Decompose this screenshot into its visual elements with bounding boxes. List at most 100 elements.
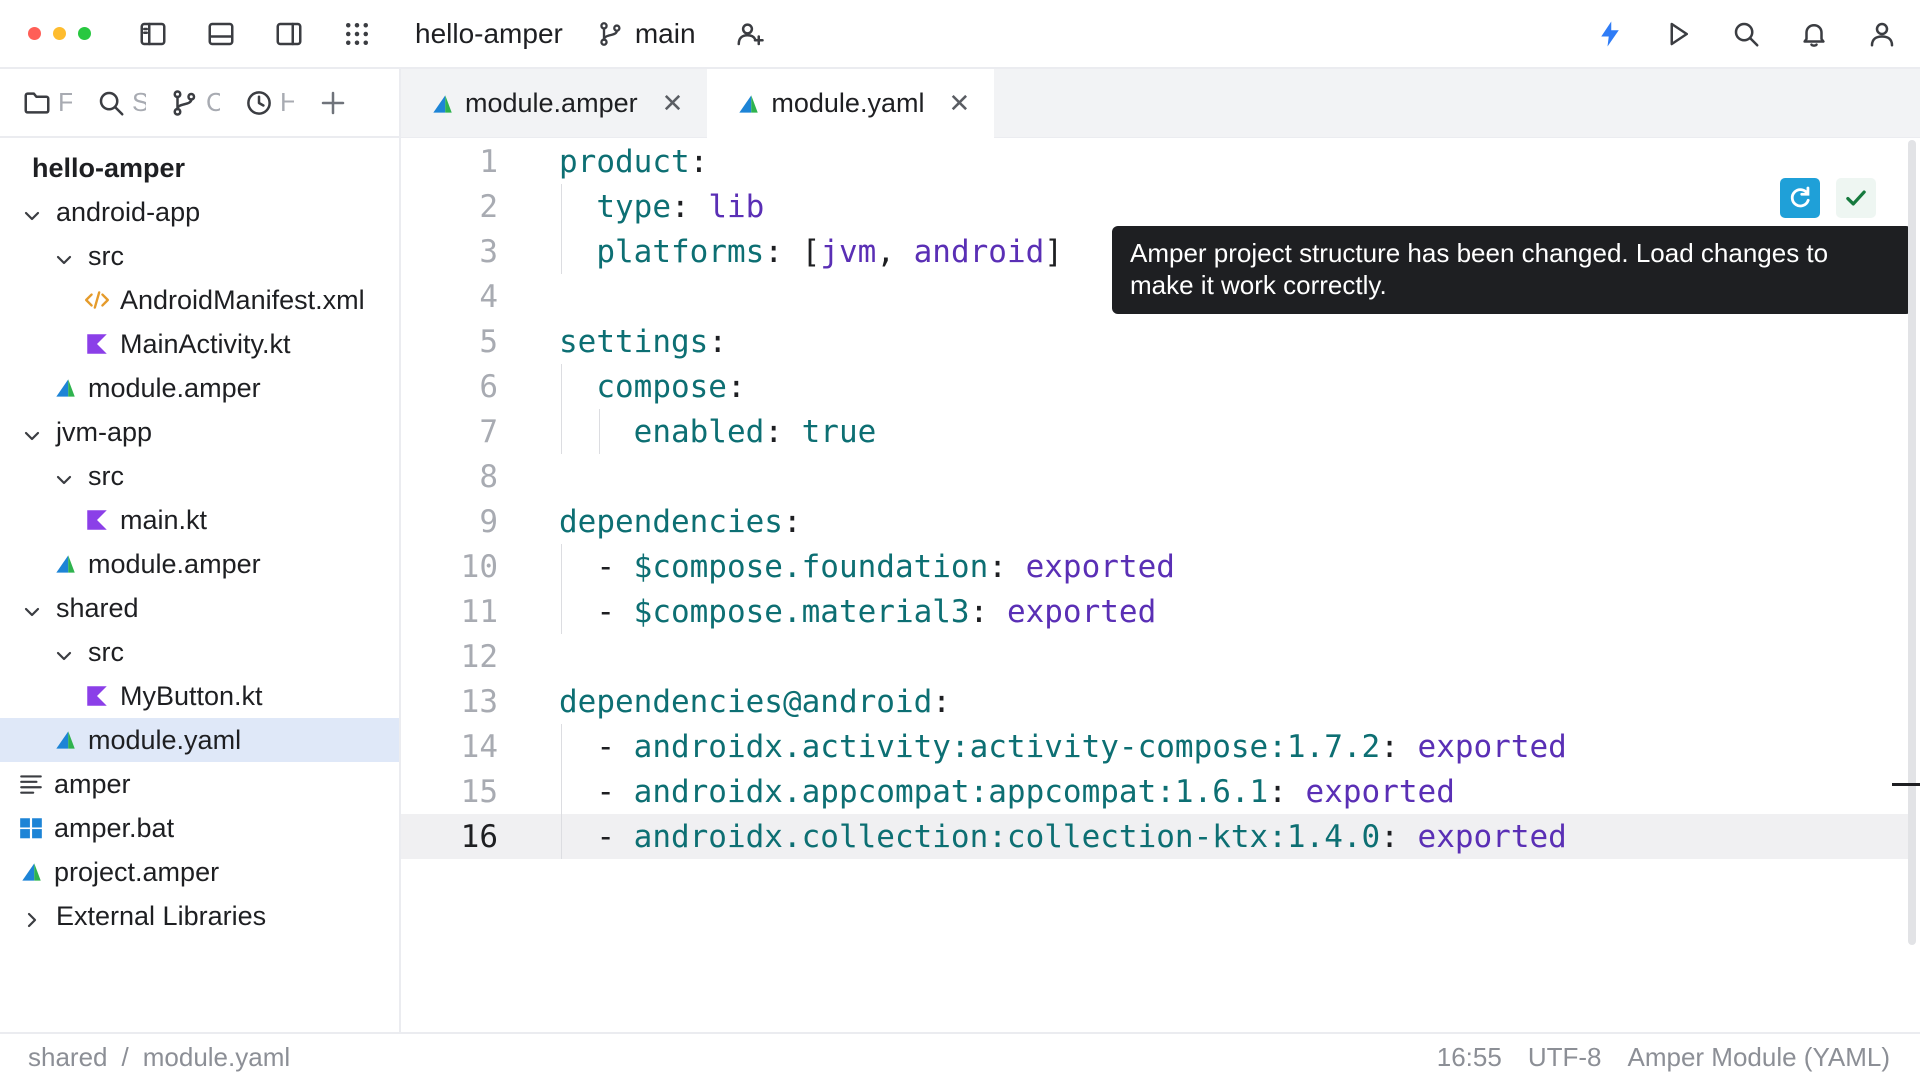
close-icon[interactable]: ✕ bbox=[948, 88, 970, 119]
file-encoding[interactable]: UTF-8 bbox=[1528, 1042, 1602, 1073]
tree-item[interactable]: amper bbox=[0, 762, 399, 806]
indent-guide bbox=[561, 184, 562, 274]
tab-module-yaml[interactable]: module.yaml ✕ bbox=[707, 69, 995, 138]
tree-item[interactable]: shared bbox=[0, 586, 399, 630]
tree-item[interactable]: jvm-app bbox=[0, 410, 399, 454]
code-token: : bbox=[988, 548, 1026, 585]
code-text: - $compose.material3: exported bbox=[559, 594, 1156, 630]
maximize-window-button[interactable] bbox=[78, 27, 91, 40]
tree-item[interactable]: project.amper bbox=[0, 850, 399, 894]
add-user-icon[interactable] bbox=[730, 14, 770, 54]
chevron-down-icon[interactable] bbox=[54, 246, 74, 266]
amper-file-icon bbox=[739, 94, 759, 113]
code-token: , bbox=[876, 233, 914, 270]
chevron-right-icon[interactable] bbox=[22, 906, 42, 928]
load-changes-button[interactable] bbox=[1780, 178, 1820, 218]
amper-file-icon bbox=[52, 375, 78, 401]
code-token: : bbox=[969, 593, 1007, 630]
minimize-window-button[interactable] bbox=[53, 27, 66, 40]
amper-file-icon bbox=[18, 859, 44, 885]
breadcrumb-item[interactable]: module.yaml bbox=[143, 1042, 290, 1073]
code-token: : bbox=[932, 683, 951, 720]
search-icon bbox=[99, 91, 124, 115]
load-changes-tooltip: Amper project structure has been changed… bbox=[1112, 226, 1912, 314]
tree-item[interactable]: MainActivity.kt bbox=[0, 322, 399, 366]
close-icon[interactable]: ✕ bbox=[662, 88, 684, 119]
code-line: 12 bbox=[401, 634, 1911, 679]
code-token: androidx.activity:activity-compose:1.7.2 bbox=[633, 728, 1381, 765]
code-line: 1 product: bbox=[401, 139, 1911, 184]
code-token: platforms bbox=[596, 233, 765, 270]
tab-commit[interactable]: C bbox=[170, 87, 220, 118]
dismiss-check-button[interactable] bbox=[1836, 178, 1876, 218]
code-token: exported bbox=[1417, 728, 1567, 765]
code-text: enabled: true bbox=[559, 414, 877, 450]
project-name[interactable]: hello-amper bbox=[415, 18, 563, 50]
code-text: product: bbox=[559, 144, 708, 180]
window-controls bbox=[28, 27, 91, 40]
caret-position[interactable]: 16:55 bbox=[1437, 1042, 1502, 1073]
left-panel-icon[interactable] bbox=[133, 14, 173, 54]
search-icon[interactable] bbox=[1726, 14, 1766, 54]
app-grid-icon[interactable] bbox=[337, 14, 377, 54]
tree-item[interactable]: module.amper bbox=[0, 366, 399, 410]
user-icon[interactable] bbox=[1862, 14, 1902, 54]
chevron-down-icon[interactable] bbox=[22, 422, 42, 442]
code-token: exported bbox=[1305, 773, 1455, 810]
code-token: - bbox=[559, 593, 634, 630]
tree-item[interactable]: MyButton.kt bbox=[0, 674, 399, 718]
code-token: exported bbox=[1025, 548, 1175, 585]
tree-item-label: MyButton.kt bbox=[120, 680, 263, 711]
code-line: 9 dependencies: bbox=[401, 499, 1911, 544]
scroll-marker bbox=[1892, 783, 1920, 786]
code-token: dependencies@android bbox=[559, 683, 933, 720]
code-token: androidx.collection:collection-ktx:1.4.0 bbox=[633, 818, 1381, 855]
tab-search[interactable]: S bbox=[96, 87, 146, 118]
editor-scrollbar[interactable] bbox=[1908, 140, 1916, 945]
tree-item[interactable]: amper.bat bbox=[0, 806, 399, 850]
bottom-panel-icon[interactable] bbox=[201, 14, 241, 54]
bell-icon[interactable] bbox=[1794, 14, 1834, 54]
line-number: 9 bbox=[479, 503, 498, 540]
tree-item[interactable]: module.amper bbox=[0, 542, 399, 586]
reload-icon bbox=[1790, 186, 1810, 208]
code-text: dependencies@android: bbox=[559, 684, 951, 720]
code-token: lib bbox=[708, 188, 765, 225]
chevron-down-icon[interactable] bbox=[54, 642, 74, 662]
code-text: - $compose.foundation: exported bbox=[559, 549, 1175, 585]
tree-item[interactable]: src bbox=[0, 234, 399, 278]
tree-item-label: android-app bbox=[56, 196, 201, 227]
file-type[interactable]: Amper Module (YAML) bbox=[1628, 1042, 1891, 1073]
chevron-down-icon[interactable] bbox=[54, 466, 74, 486]
close-window-button[interactable] bbox=[28, 27, 41, 40]
tree-item[interactable]: main.kt bbox=[0, 498, 399, 542]
tab-label: module.amper bbox=[465, 88, 638, 118]
lightning-icon[interactable] bbox=[1590, 14, 1630, 54]
tab-history-label: H bbox=[280, 87, 294, 117]
branch-selector[interactable]: main bbox=[597, 18, 696, 50]
tree-root[interactable]: hello-amper bbox=[0, 146, 399, 190]
tree-item[interactable]: src bbox=[0, 630, 399, 674]
code-token: androidx.appcompat:appcompat:1.6.1 bbox=[633, 773, 1269, 810]
tree-item[interactable]: module.yaml bbox=[0, 718, 399, 762]
chevron-down-icon[interactable] bbox=[22, 202, 42, 222]
line-number: 5 bbox=[479, 323, 498, 360]
tree-item[interactable]: AndroidManifest.xml bbox=[0, 278, 399, 322]
add-tab-button[interactable] bbox=[318, 88, 348, 118]
tab-files[interactable]: F bbox=[22, 87, 72, 118]
tab-module-amper[interactable]: module.amper ✕ bbox=[401, 69, 707, 138]
code-token: jvm bbox=[820, 233, 877, 270]
chevron-down-icon[interactable] bbox=[22, 598, 42, 618]
windows-file-icon bbox=[18, 815, 44, 841]
tree-item[interactable]: android-app bbox=[0, 190, 399, 234]
code-token: : [ bbox=[764, 233, 821, 270]
breadcrumb-item[interactable]: shared bbox=[28, 1042, 108, 1073]
amper-file-icon bbox=[433, 94, 452, 113]
tree-item-label: src bbox=[88, 636, 124, 667]
tree-item[interactable]: External Libraries bbox=[0, 894, 399, 938]
run-icon[interactable] bbox=[1658, 14, 1698, 54]
tab-history[interactable]: H bbox=[244, 87, 294, 118]
tree-item[interactable]: src bbox=[0, 454, 399, 498]
right-panel-icon[interactable] bbox=[269, 14, 309, 54]
